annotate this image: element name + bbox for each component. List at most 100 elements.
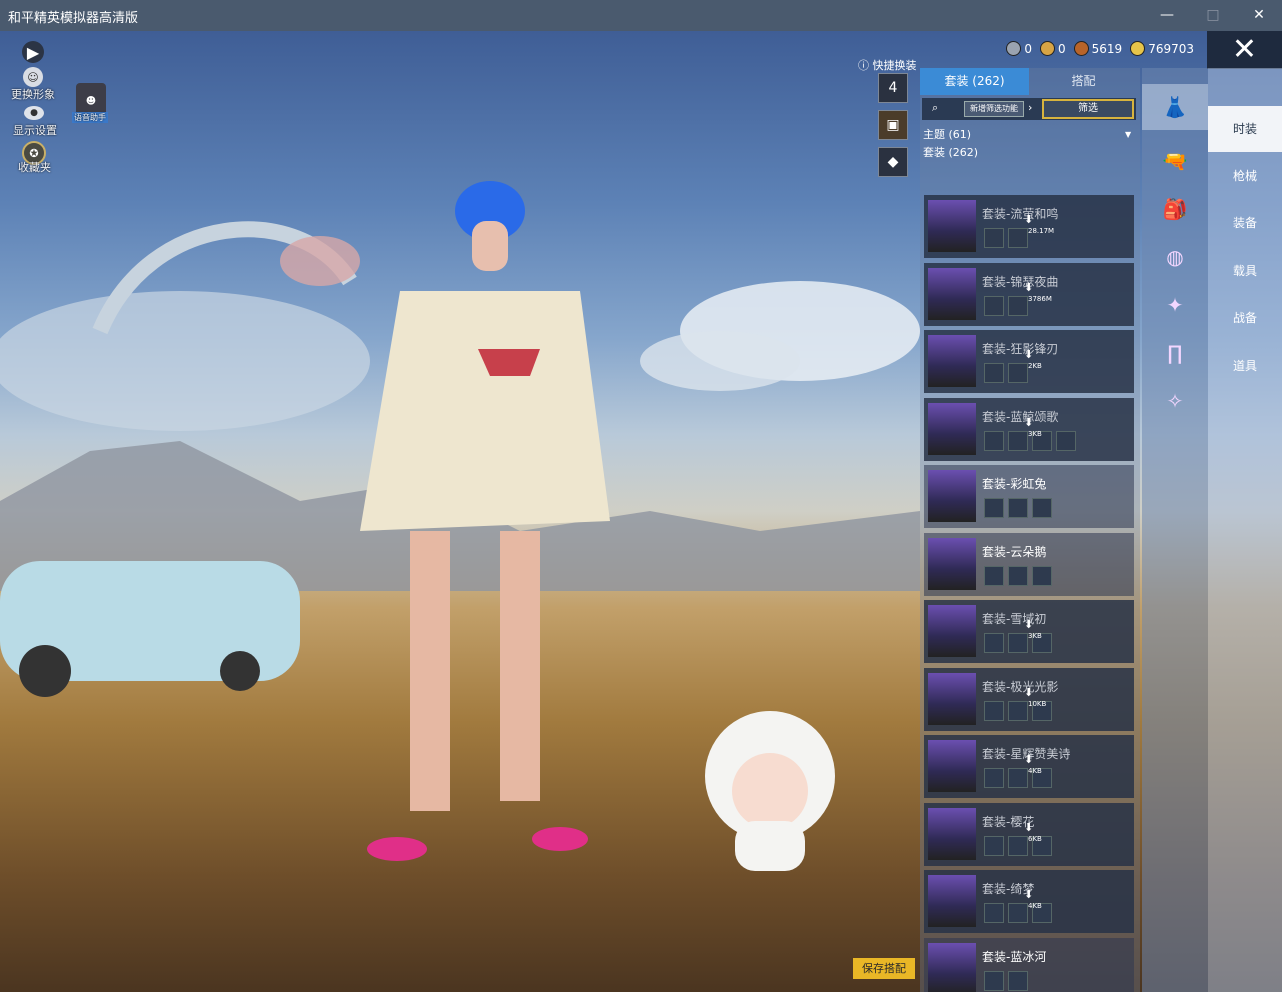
suit-part-thumbnail[interactable] bbox=[1008, 970, 1028, 991]
filter-button[interactable]: 筛选 bbox=[1042, 99, 1134, 119]
window-title: 和平精英模拟器高清版 bbox=[8, 11, 139, 26]
diamond-icon[interactable]: ◆ bbox=[878, 147, 908, 177]
download-icon[interactable]: ⬇ bbox=[1024, 686, 1033, 699]
category-combat-gear[interactable]: 战备 bbox=[1208, 295, 1282, 341]
minimize-button[interactable]: — bbox=[1144, 0, 1190, 31]
eye-icon[interactable]: ● bbox=[24, 106, 44, 120]
voice-assistant-label[interactable]: 语音助手 bbox=[72, 112, 108, 123]
suit-thumbnail bbox=[928, 942, 976, 992]
suit-part-thumbnail[interactable] bbox=[1008, 835, 1028, 856]
suit-part-thumbnail[interactable] bbox=[1008, 228, 1028, 248]
suit-name: 套装-彩虹兔 bbox=[982, 477, 1047, 491]
suit-count: 套装 (262) bbox=[923, 146, 979, 159]
suit-part-thumbnail[interactable] bbox=[984, 363, 1004, 383]
suit-card[interactable]: 套装-彩虹兔 bbox=[924, 465, 1134, 528]
category-items[interactable]: 道具 bbox=[1208, 343, 1282, 389]
suit-card[interactable]: 套装-云朵鹅 bbox=[924, 532, 1134, 596]
tab-suits[interactable]: 套装 (262) bbox=[920, 68, 1029, 95]
display-settings-label[interactable]: 显示设置 bbox=[13, 122, 57, 138]
suit-card[interactable]: 套装-极光光影 ⬇ 10KB bbox=[924, 667, 1134, 731]
suit-part-thumbnail[interactable] bbox=[984, 430, 1004, 451]
category-icons: 👗 🔫 🎒 ◍ ✦ ∏ ✧ bbox=[1142, 68, 1208, 992]
close-window-button[interactable]: ✕ bbox=[1236, 0, 1282, 31]
avatar-icon[interactable]: ☺ bbox=[23, 67, 43, 87]
download-icon[interactable]: ⬇ bbox=[1024, 281, 1033, 294]
suit-part-thumbnail[interactable] bbox=[1032, 498, 1052, 518]
suit-thumbnail bbox=[928, 470, 976, 522]
vehicle-icon[interactable]: ✦ bbox=[1142, 282, 1208, 328]
theme-count[interactable]: 主题 (61) bbox=[923, 126, 978, 144]
item-icon[interactable]: ✧ bbox=[1142, 378, 1208, 424]
currency-value: 0 bbox=[1058, 41, 1066, 56]
outfit-icon[interactable]: 👗 bbox=[1142, 84, 1208, 130]
category-fashion[interactable]: 时装 bbox=[1208, 106, 1282, 152]
suit-thumbnail bbox=[928, 267, 976, 320]
pants-icon[interactable]: ∏ bbox=[1142, 330, 1208, 376]
play-icon[interactable]: ▶ bbox=[22, 41, 44, 63]
quick-change-label[interactable]: ⓘ 快捷换装 bbox=[858, 57, 917, 73]
suit-part-thumbnail[interactable] bbox=[984, 228, 1004, 248]
suit-card[interactable]: 套装-狂影锋刃 ⬇ 2KB bbox=[924, 330, 1134, 393]
favorites-label[interactable]: 收藏夹 bbox=[18, 159, 51, 175]
change-avatar-label[interactable]: 更换形象 bbox=[11, 86, 55, 102]
lock-frame-icon[interactable]: ▣ bbox=[878, 110, 908, 140]
wardrobe-icon[interactable]: 4 bbox=[878, 73, 908, 103]
suit-part-thumbnail[interactable] bbox=[1008, 363, 1028, 383]
suit-part-thumbnail[interactable] bbox=[984, 295, 1004, 316]
coin-silver-icon bbox=[1006, 41, 1022, 56]
new-filter-feature-button[interactable]: 新增筛选功能 bbox=[964, 101, 1024, 117]
suit-part-thumbnail[interactable] bbox=[984, 498, 1004, 518]
download-icon[interactable]: ⬇ bbox=[1024, 821, 1033, 834]
save-outfit-button[interactable]: 保存搭配 bbox=[853, 958, 915, 979]
suit-card[interactable]: 套装-蓝鲸颂歌 ⬇ 3KB bbox=[924, 397, 1134, 461]
suit-part-thumbnail[interactable] bbox=[984, 565, 1004, 586]
suit-card[interactable]: 套装-雪域初 ⬇ 3KB bbox=[924, 600, 1134, 663]
download-icon[interactable]: ⬇ bbox=[1024, 348, 1033, 361]
tab-match[interactable]: 搭配 bbox=[1029, 68, 1138, 95]
suit-card[interactable]: 套装-绮梦 ⬇ 4KB bbox=[924, 870, 1134, 933]
download-icon[interactable]: ⬇ bbox=[1024, 618, 1033, 631]
suit-part-thumbnail[interactable] bbox=[1008, 633, 1028, 653]
search-icon[interactable]: ⌕ bbox=[932, 101, 938, 115]
download-icon[interactable]: ⬇ bbox=[1024, 213, 1033, 226]
download-icon[interactable]: ⬇ bbox=[1024, 416, 1033, 429]
theme-filter[interactable]: 主题 (61) 套装 (262) ▼ bbox=[923, 126, 1131, 162]
suit-card[interactable]: 套装-樱花 ⬇ 6KB bbox=[924, 802, 1134, 866]
dropdown-arrow-icon[interactable]: ▼ bbox=[1125, 126, 1131, 144]
category-guns[interactable]: 枪械 bbox=[1208, 153, 1282, 199]
suit-card[interactable]: 套装-锦瑟夜曲 ⬇ 3786M bbox=[924, 262, 1134, 326]
suit-card[interactable]: 套装-星辉赞美诗 ⬇ 4KB bbox=[924, 735, 1134, 798]
suit-part-thumbnail[interactable] bbox=[984, 700, 1004, 721]
suit-part-thumbnail[interactable] bbox=[1008, 430, 1028, 451]
close-icon[interactable]: ✕ bbox=[1207, 31, 1282, 69]
mask-icon[interactable]: ◍ bbox=[1142, 234, 1208, 280]
currency-value: 769703 bbox=[1148, 41, 1194, 56]
download-size: 3KB bbox=[1028, 632, 1042, 640]
suit-part-thumbnail[interactable] bbox=[1056, 430, 1076, 451]
gun-icon[interactable]: 🔫 bbox=[1142, 138, 1208, 184]
wardrobe-badge: 4 bbox=[888, 80, 898, 96]
suit-part-thumbnail[interactable] bbox=[984, 768, 1004, 788]
download-icon[interactable]: ⬇ bbox=[1024, 753, 1033, 766]
currency-bar: 0 0 5619 769703 bbox=[1006, 41, 1194, 56]
suit-part-thumbnail[interactable] bbox=[1008, 295, 1028, 316]
suit-part-thumbnail[interactable] bbox=[1032, 565, 1052, 586]
suit-part-thumbnail[interactable] bbox=[1008, 498, 1028, 518]
category-equipment[interactable]: 装备 bbox=[1208, 200, 1282, 246]
maximize-button[interactable]: □ bbox=[1190, 0, 1236, 31]
suit-part-thumbnail[interactable] bbox=[984, 835, 1004, 856]
suit-part-thumbnail[interactable] bbox=[984, 633, 1004, 653]
suit-part-thumbnail[interactable] bbox=[1008, 768, 1028, 788]
suit-card[interactable]: 套装-蓝冰河 bbox=[924, 937, 1134, 992]
suit-card[interactable]: 套装-流萤和鸣 ⬇ 28.17M bbox=[924, 195, 1134, 258]
equipment-icon[interactable]: 🎒 bbox=[1142, 186, 1208, 232]
suit-part-thumbnail[interactable] bbox=[1008, 565, 1028, 586]
filter-label: 筛选 bbox=[1078, 103, 1098, 114]
download-icon[interactable]: ⬇ bbox=[1024, 888, 1033, 901]
suit-thumbnail bbox=[928, 875, 976, 927]
category-vehicles[interactable]: 载具 bbox=[1208, 248, 1282, 294]
suit-part-thumbnail[interactable] bbox=[1008, 700, 1028, 721]
suit-part-thumbnail[interactable] bbox=[984, 903, 1004, 923]
suit-part-thumbnail[interactable] bbox=[984, 970, 1004, 991]
suit-part-thumbnail[interactable] bbox=[1008, 903, 1028, 923]
